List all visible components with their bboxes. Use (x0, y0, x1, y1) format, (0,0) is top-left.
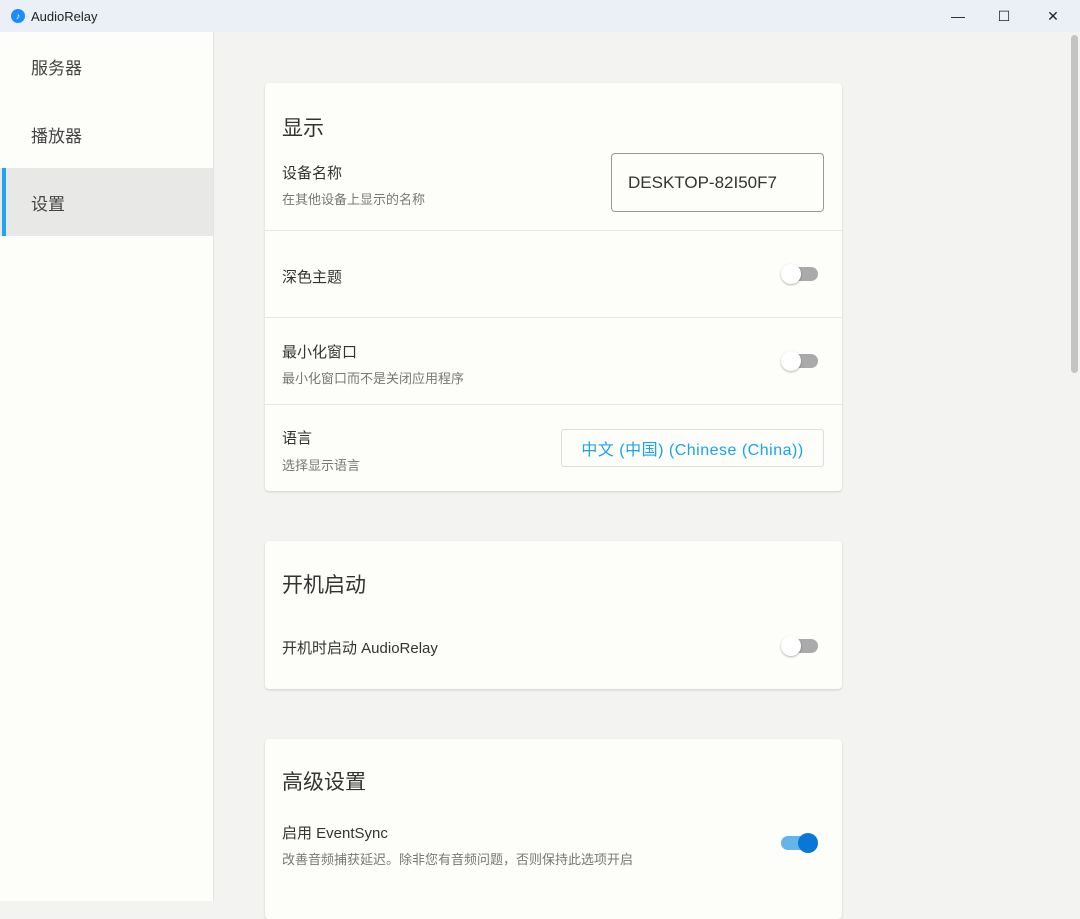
language-label: 语言 (282, 427, 312, 448)
app-title: AudioRelay (31, 9, 98, 24)
minimize-window-toggle[interactable] (781, 351, 818, 371)
card-title: 开机启动 (265, 569, 366, 599)
device-name-input[interactable]: DESKTOP-82I50F7 (611, 153, 824, 212)
dark-theme-label: 深色主题 (282, 266, 342, 287)
language-select-button[interactable]: 中文 (中国) (Chinese (China)) (561, 429, 824, 467)
app-logo-icon: ♪ (11, 9, 25, 23)
launch-at-startup-toggle[interactable] (781, 636, 818, 656)
maximize-button[interactable]: ☐ (981, 0, 1027, 32)
dark-theme-toggle[interactable] (781, 264, 818, 284)
minimize-window-description: 最小化窗口而不是关闭应用程序 (282, 368, 464, 387)
launch-at-startup-label: 开机时启动 AudioRelay (282, 637, 438, 658)
card-title: 高级设置 (265, 766, 366, 796)
scrollbar[interactable] (1068, 32, 1080, 901)
device-name-row: 设备名称 在其他设备上显示的名称 DESKTOP-82I50F7 (265, 148, 842, 230)
sidebar-item-player[interactable]: 播放器 (0, 100, 213, 168)
eventsync-toggle[interactable] (781, 833, 818, 853)
card-title: 显示 (265, 112, 324, 142)
sidebar-item-settings[interactable]: 设置 (0, 168, 213, 236)
language-description: 选择显示语言 (282, 455, 360, 474)
title-bar: ♪ AudioRelay — ☐ ✕ (0, 0, 1080, 32)
scrollbar-thumb[interactable] (1071, 35, 1078, 373)
display-card: 显示 设备名称 在其他设备上显示的名称 DESKTOP-82I50F7 深色主题… (265, 83, 842, 491)
eventsync-description: 改善音频捕获延迟。除非您有音频问题，否则保持此选项开启 (282, 849, 633, 868)
minimize-window-label: 最小化窗口 (282, 341, 357, 362)
sidebar: 服务器 播放器 设置 (0, 32, 214, 901)
advanced-card: 高级设置 启用 EventSync 改善音频捕获延迟。除非您有音频问题，否则保持… (265, 739, 842, 919)
language-row: 语言 选择显示语言 中文 (中国) (Chinese (China)) (265, 404, 842, 491)
minimize-button[interactable]: — (935, 0, 981, 32)
minimize-window-row: 最小化窗口 最小化窗口而不是关闭应用程序 (265, 317, 842, 404)
startup-card: 开机启动 开机时启动 AudioRelay (265, 541, 842, 689)
dark-theme-row: 深色主题 (265, 230, 842, 317)
sidebar-item-server[interactable]: 服务器 (0, 32, 213, 100)
device-name-description: 在其他设备上显示的名称 (282, 189, 425, 208)
close-button[interactable]: ✕ (1030, 0, 1076, 32)
device-name-label: 设备名称 (282, 162, 342, 183)
eventsync-label: 启用 EventSync (282, 822, 388, 843)
